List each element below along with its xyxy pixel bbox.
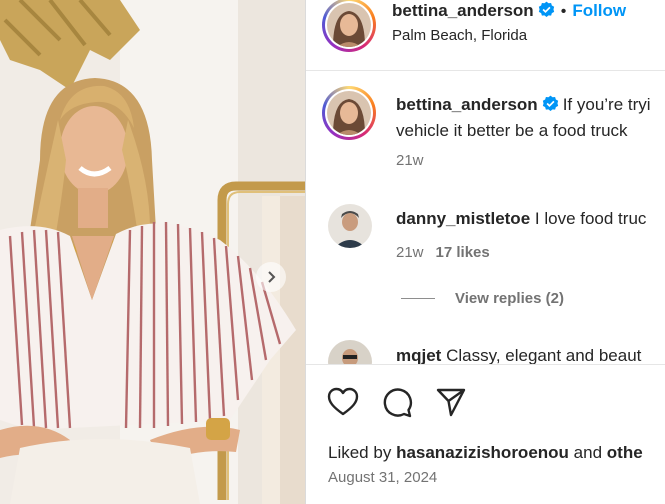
caption-username[interactable]: bettina_anderson: [396, 95, 538, 114]
view-replies[interactable]: View replies (2): [401, 290, 564, 308]
commenter-avatar[interactable]: [328, 204, 372, 248]
view-replies-label[interactable]: View replies (2): [455, 290, 564, 307]
heart-icon: [327, 387, 359, 416]
comment-1-likes[interactable]: 17 likes: [436, 244, 490, 261]
caption-age[interactable]: 21w: [396, 152, 424, 169]
share-button[interactable]: [434, 385, 468, 419]
separator-dot: •: [560, 3, 567, 20]
caption-avatar[interactable]: [322, 86, 376, 140]
liked-others[interactable]: othe: [607, 443, 643, 462]
comment-1: danny_mistletoe I love food truc: [396, 206, 646, 231]
liked-user[interactable]: hasanazizishoroenou: [396, 443, 569, 462]
post-date[interactable]: August 31, 2024: [328, 469, 437, 486]
post-photo: [0, 0, 305, 504]
verified-badge-icon: [542, 94, 559, 119]
header-divider: [306, 70, 665, 71]
author-avatar-image: [327, 3, 371, 47]
chevron-right-icon: [268, 271, 276, 283]
comment-icon: [383, 388, 413, 418]
caption-avatar-image: [327, 91, 371, 135]
actions-area: Liked by hasanazizishoroenou and othe Au…: [306, 364, 665, 504]
post-sidebar: bettina_anderson • Follow Palm Beach, Flor…: [305, 0, 665, 504]
comment-1-age[interactable]: 21w: [396, 244, 424, 261]
liked-prefix: Liked by: [328, 443, 392, 462]
comment-1-meta: 21w 17 likes: [396, 244, 490, 261]
caption-line-2: vehicle it better be a food truck: [396, 121, 628, 140]
comment-1-username[interactable]: danny_mistletoe: [396, 209, 530, 228]
post-location[interactable]: Palm Beach, Florida: [392, 27, 527, 44]
verified-badge-icon: [538, 1, 555, 25]
author-username[interactable]: bettina_anderson: [392, 1, 534, 20]
like-button[interactable]: [326, 385, 360, 419]
replies-line: [401, 298, 435, 300]
share-icon: [436, 388, 466, 417]
author-avatar[interactable]: [322, 0, 376, 52]
liked-and: and: [573, 443, 603, 462]
comment-1-text: I love food truc: [534, 209, 647, 228]
comment-2-username[interactable]: mqjet: [396, 346, 441, 365]
comment-2-text: Classy, elegant and beaut: [446, 346, 642, 365]
caption-text: If you’re tryi: [562, 95, 651, 114]
post-header: bettina_anderson • Follow: [392, 0, 626, 25]
liked-by: Liked by hasanazizishoroenou and othe: [328, 443, 643, 463]
carousel-next-button[interactable]: [256, 262, 286, 292]
comment-button[interactable]: [380, 385, 414, 419]
follow-button[interactable]: Follow: [572, 1, 626, 20]
caption-line-1: bettina_anderson If you’re tryi: [396, 92, 651, 119]
